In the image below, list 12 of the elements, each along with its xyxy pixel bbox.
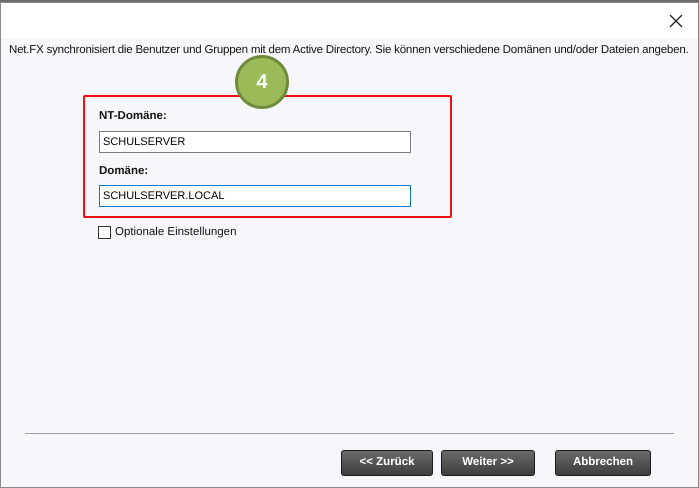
input-field[interactable]: SCHULSERVER.LOCAL — [99, 184, 411, 207]
description-text: Net.FX synchronisiert die Benutzer und Gruppen mit dem Active Directory. Sie können verschiedene Domänen und/oder Dateien angeben. — [9, 43, 690, 58]
field-label: Domäne: — [99, 164, 150, 178]
field-label: NT-Domäne: — [99, 109, 168, 124]
close-icon — [669, 14, 683, 28]
dialog-button[interactable]: << Zurück — [341, 450, 433, 476]
checkbox-label: Optionale Einstellungen — [115, 224, 236, 240]
step-badge: 4 — [235, 55, 289, 110]
dialog-button[interactable]: Weiter >> — [441, 450, 535, 476]
input-field[interactable]: SCHULSERVER — [99, 130, 411, 152]
dialog-button[interactable]: Abbrechen — [555, 450, 651, 476]
checkbox[interactable] — [98, 226, 111, 239]
